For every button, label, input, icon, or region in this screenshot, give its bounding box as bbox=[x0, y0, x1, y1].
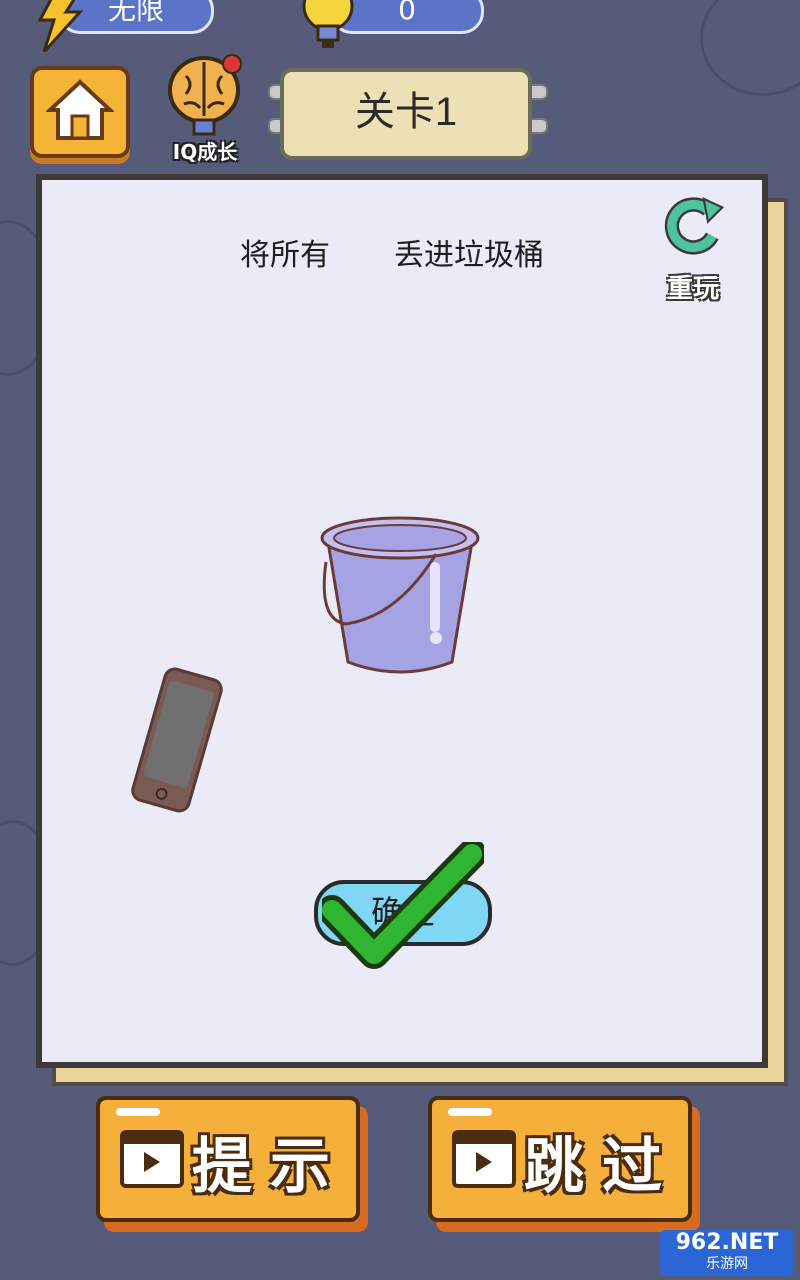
energy-value: 无限 bbox=[107, 0, 164, 26]
watermark-sub: 乐游网 bbox=[706, 1256, 748, 1272]
instruction-part-1: 将所有 bbox=[240, 238, 330, 273]
brain-icon bbox=[168, 54, 242, 136]
home-icon bbox=[46, 79, 114, 140]
hint-button[interactable]: 提示 bbox=[96, 1096, 360, 1222]
watermark-logo: 962.NET 乐游网 bbox=[660, 1230, 794, 1276]
hint-label: 提示 bbox=[192, 1132, 348, 1202]
lightbulb-icon bbox=[302, 0, 354, 48]
skip-label: 跳过 bbox=[524, 1132, 680, 1202]
replay-label: 重玩 bbox=[666, 274, 719, 304]
video-ad-icon bbox=[452, 1130, 516, 1188]
level-title-plate: 关卡1 bbox=[280, 68, 532, 160]
lightning-icon bbox=[37, 0, 84, 52]
instruction-part-2: 丢进垃圾桶 bbox=[394, 238, 544, 273]
phone-item[interactable] bbox=[118, 664, 236, 816]
skip-button[interactable]: 跳过 bbox=[428, 1096, 692, 1222]
replay-icon bbox=[664, 197, 725, 255]
button-shine bbox=[448, 1108, 492, 1116]
button-shine bbox=[116, 1108, 160, 1116]
watermark-brand: 962.NET bbox=[675, 1230, 779, 1255]
background-doodle bbox=[700, 0, 800, 96]
checkmark-icon bbox=[322, 842, 484, 969]
hints-value: 0 bbox=[398, 0, 416, 26]
iq-growth-badge[interactable]: IQ成长 bbox=[160, 50, 250, 165]
home-button[interactable] bbox=[30, 66, 130, 158]
level-title: 关卡1 bbox=[354, 90, 458, 134]
video-ad-icon bbox=[120, 1130, 184, 1188]
bucket-trash-can[interactable] bbox=[318, 512, 482, 684]
iq-growth-label: IQ成长 bbox=[172, 140, 238, 164]
